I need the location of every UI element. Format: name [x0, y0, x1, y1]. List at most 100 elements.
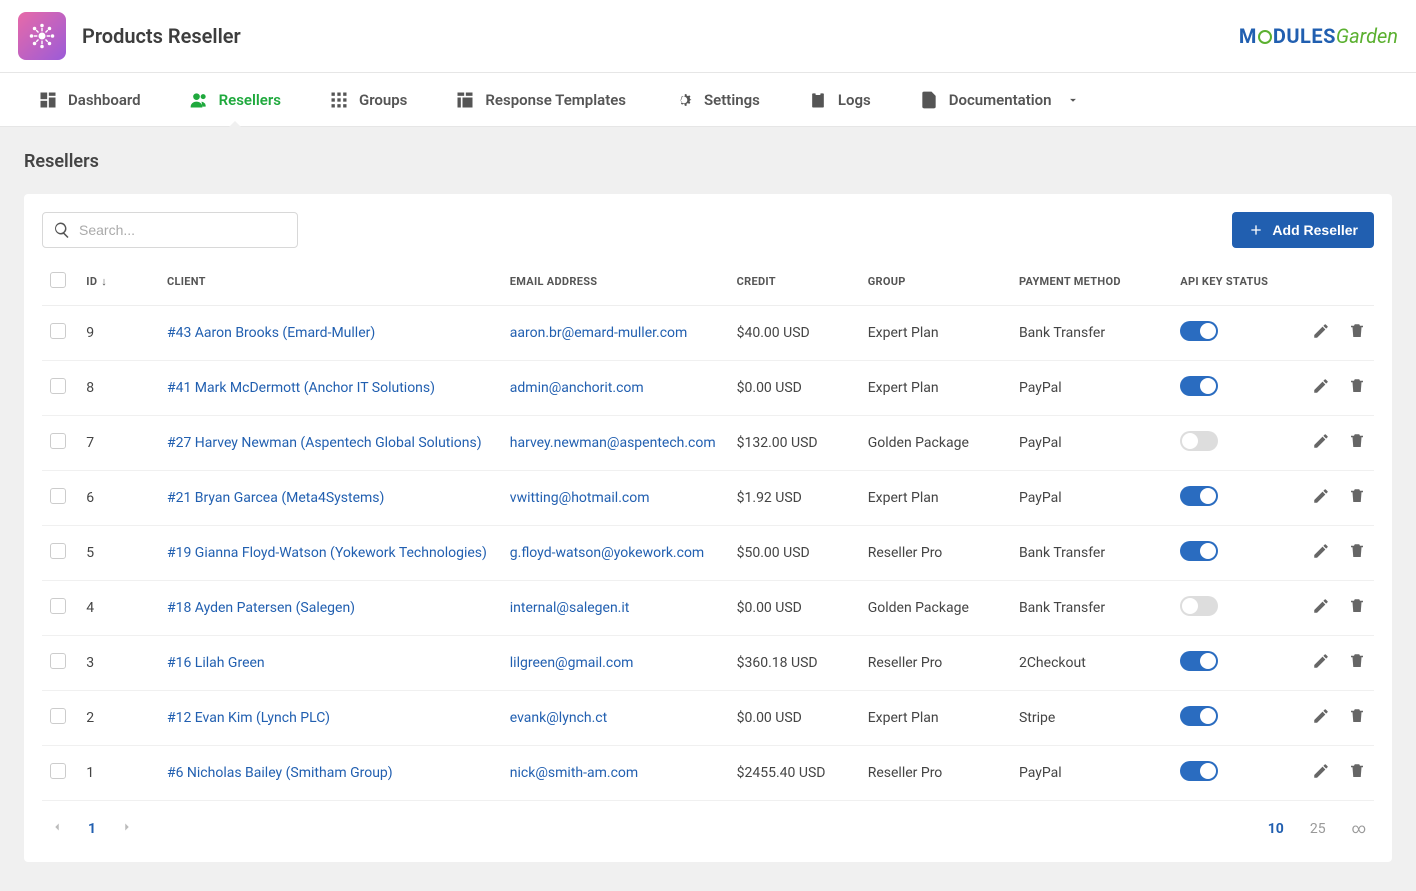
app-title: Products Reseller: [82, 24, 1239, 48]
nav-response-templates[interactable]: Response Templates: [435, 73, 646, 127]
edit-button[interactable]: [1312, 432, 1330, 454]
col-group[interactable]: GROUP: [860, 258, 1011, 306]
col-payment[interactable]: PAYMENT METHOD: [1011, 258, 1172, 306]
search-icon: [53, 221, 71, 239]
api-toggle[interactable]: [1180, 541, 1218, 561]
edit-button[interactable]: [1312, 487, 1330, 509]
nav-dashboard[interactable]: Dashboard: [18, 73, 161, 127]
search-box[interactable]: [42, 212, 298, 248]
edit-button[interactable]: [1312, 652, 1330, 674]
per-page-inf[interactable]: ∞: [1352, 821, 1366, 837]
client-link[interactable]: #27 Harvey Newman (Aspentech Global Solu…: [167, 435, 482, 451]
client-link[interactable]: #21 Bryan Garcea (Meta4Systems): [167, 490, 384, 506]
per-page-10[interactable]: 10: [1268, 821, 1284, 837]
delete-button[interactable]: [1348, 597, 1366, 619]
row-checkbox[interactable]: [50, 433, 66, 449]
edit-button[interactable]: [1312, 542, 1330, 564]
col-id[interactable]: ID↓: [78, 258, 159, 306]
resellers-card: Add Reseller ID↓ CLIENT EMAIL ADDRESS CR…: [24, 194, 1392, 862]
edit-button[interactable]: [1312, 762, 1330, 784]
delete-button[interactable]: [1348, 377, 1366, 399]
select-all-checkbox[interactable]: [50, 272, 66, 288]
email-link[interactable]: g.floyd-watson@yokework.com: [510, 545, 704, 561]
cell-group: Expert Plan: [860, 691, 1011, 746]
email-link[interactable]: aaron.br@emard-muller.com: [510, 325, 688, 341]
cell-payment: Bank Transfer: [1011, 526, 1172, 581]
col-api[interactable]: API KEY STATUS: [1172, 258, 1283, 306]
delete-button[interactable]: [1348, 542, 1366, 564]
col-credit[interactable]: CREDIT: [729, 258, 860, 306]
edit-button[interactable]: [1312, 377, 1330, 399]
nav-resellers[interactable]: Resellers: [169, 73, 301, 127]
delete-button[interactable]: [1348, 707, 1366, 729]
clipboard-icon: [808, 90, 828, 110]
cell-id: 2: [78, 691, 159, 746]
client-link[interactable]: #43 Aaron Brooks (Emard-Muller): [167, 325, 375, 341]
cell-group: Expert Plan: [860, 306, 1011, 361]
page-1[interactable]: 1: [88, 821, 96, 837]
row-checkbox[interactable]: [50, 543, 66, 559]
client-link[interactable]: #41 Mark McDermott (Anchor IT Solutions): [167, 380, 435, 396]
per-page-25[interactable]: 25: [1310, 821, 1326, 837]
row-checkbox[interactable]: [50, 653, 66, 669]
edit-button[interactable]: [1312, 322, 1330, 344]
client-link[interactable]: #18 Ayden Patersen (Salegen): [167, 600, 355, 616]
cell-group: Reseller Pro: [860, 526, 1011, 581]
delete-button[interactable]: [1348, 487, 1366, 509]
nav-settings[interactable]: Settings: [654, 73, 780, 127]
api-toggle[interactable]: [1180, 376, 1218, 396]
table-row: 5#19 Gianna Floyd-Watson (Yokework Techn…: [42, 526, 1374, 581]
cell-payment: PayPal: [1011, 746, 1172, 801]
client-link[interactable]: #6 Nicholas Bailey (Smitham Group): [167, 765, 393, 781]
api-toggle[interactable]: [1180, 321, 1218, 341]
row-checkbox[interactable]: [50, 488, 66, 504]
delete-button[interactable]: [1348, 322, 1366, 344]
api-toggle[interactable]: [1180, 706, 1218, 726]
cell-credit: $0.00 USD: [729, 581, 860, 636]
cell-group: Golden Package: [860, 416, 1011, 471]
page-next[interactable]: [120, 819, 134, 838]
email-link[interactable]: lilgreen@gmail.com: [510, 655, 634, 671]
col-email[interactable]: EMAIL ADDRESS: [502, 258, 729, 306]
row-checkbox[interactable]: [50, 708, 66, 724]
nav-documentation[interactable]: Documentation: [899, 73, 1100, 127]
add-reseller-button[interactable]: Add Reseller: [1232, 212, 1374, 248]
row-checkbox[interactable]: [50, 323, 66, 339]
api-toggle[interactable]: [1180, 486, 1218, 506]
email-link[interactable]: nick@smith-am.com: [510, 765, 638, 781]
row-checkbox[interactable]: [50, 763, 66, 779]
api-toggle[interactable]: [1180, 651, 1218, 671]
main-nav: Dashboard Resellers Groups Response Temp…: [0, 73, 1416, 127]
email-link[interactable]: evank@lynch.ct: [510, 710, 607, 726]
api-toggle[interactable]: [1180, 761, 1218, 781]
cell-group: Reseller Pro: [860, 746, 1011, 801]
client-link[interactable]: #19 Gianna Floyd-Watson (Yokework Techno…: [167, 545, 487, 561]
row-checkbox[interactable]: [50, 598, 66, 614]
email-link[interactable]: vwitting@hotmail.com: [510, 490, 650, 506]
cell-id: 9: [78, 306, 159, 361]
table-row: 9 #43 Aaron Brooks (Emard-Muller) aaron.br…: [42, 306, 1374, 361]
table-row: 4#18 Ayden Patersen (Salegen)internal@sa…: [42, 581, 1374, 636]
email-link[interactable]: internal@salegen.it: [510, 600, 630, 616]
cell-payment: PayPal: [1011, 416, 1172, 471]
email-link[interactable]: admin@anchorit.com: [510, 380, 644, 396]
nav-logs[interactable]: Logs: [788, 73, 891, 127]
page-prev[interactable]: [50, 819, 64, 838]
cell-id: 7: [78, 416, 159, 471]
edit-button[interactable]: [1312, 707, 1330, 729]
nav-groups[interactable]: Groups: [309, 73, 427, 127]
delete-button[interactable]: [1348, 652, 1366, 674]
client-link[interactable]: #16 Lilah Green: [167, 655, 265, 671]
api-toggle[interactable]: [1180, 431, 1218, 451]
cell-credit: $0.00 USD: [729, 691, 860, 746]
edit-button[interactable]: [1312, 597, 1330, 619]
row-checkbox[interactable]: [50, 378, 66, 394]
delete-button[interactable]: [1348, 432, 1366, 454]
nav-label: Settings: [704, 91, 760, 109]
email-link[interactable]: harvey.newman@aspentech.com: [510, 435, 716, 451]
col-client[interactable]: CLIENT: [159, 258, 502, 306]
api-toggle[interactable]: [1180, 596, 1218, 616]
search-input[interactable]: [79, 222, 287, 238]
client-link[interactable]: #12 Evan Kim (Lynch PLC): [167, 710, 330, 726]
delete-button[interactable]: [1348, 762, 1366, 784]
